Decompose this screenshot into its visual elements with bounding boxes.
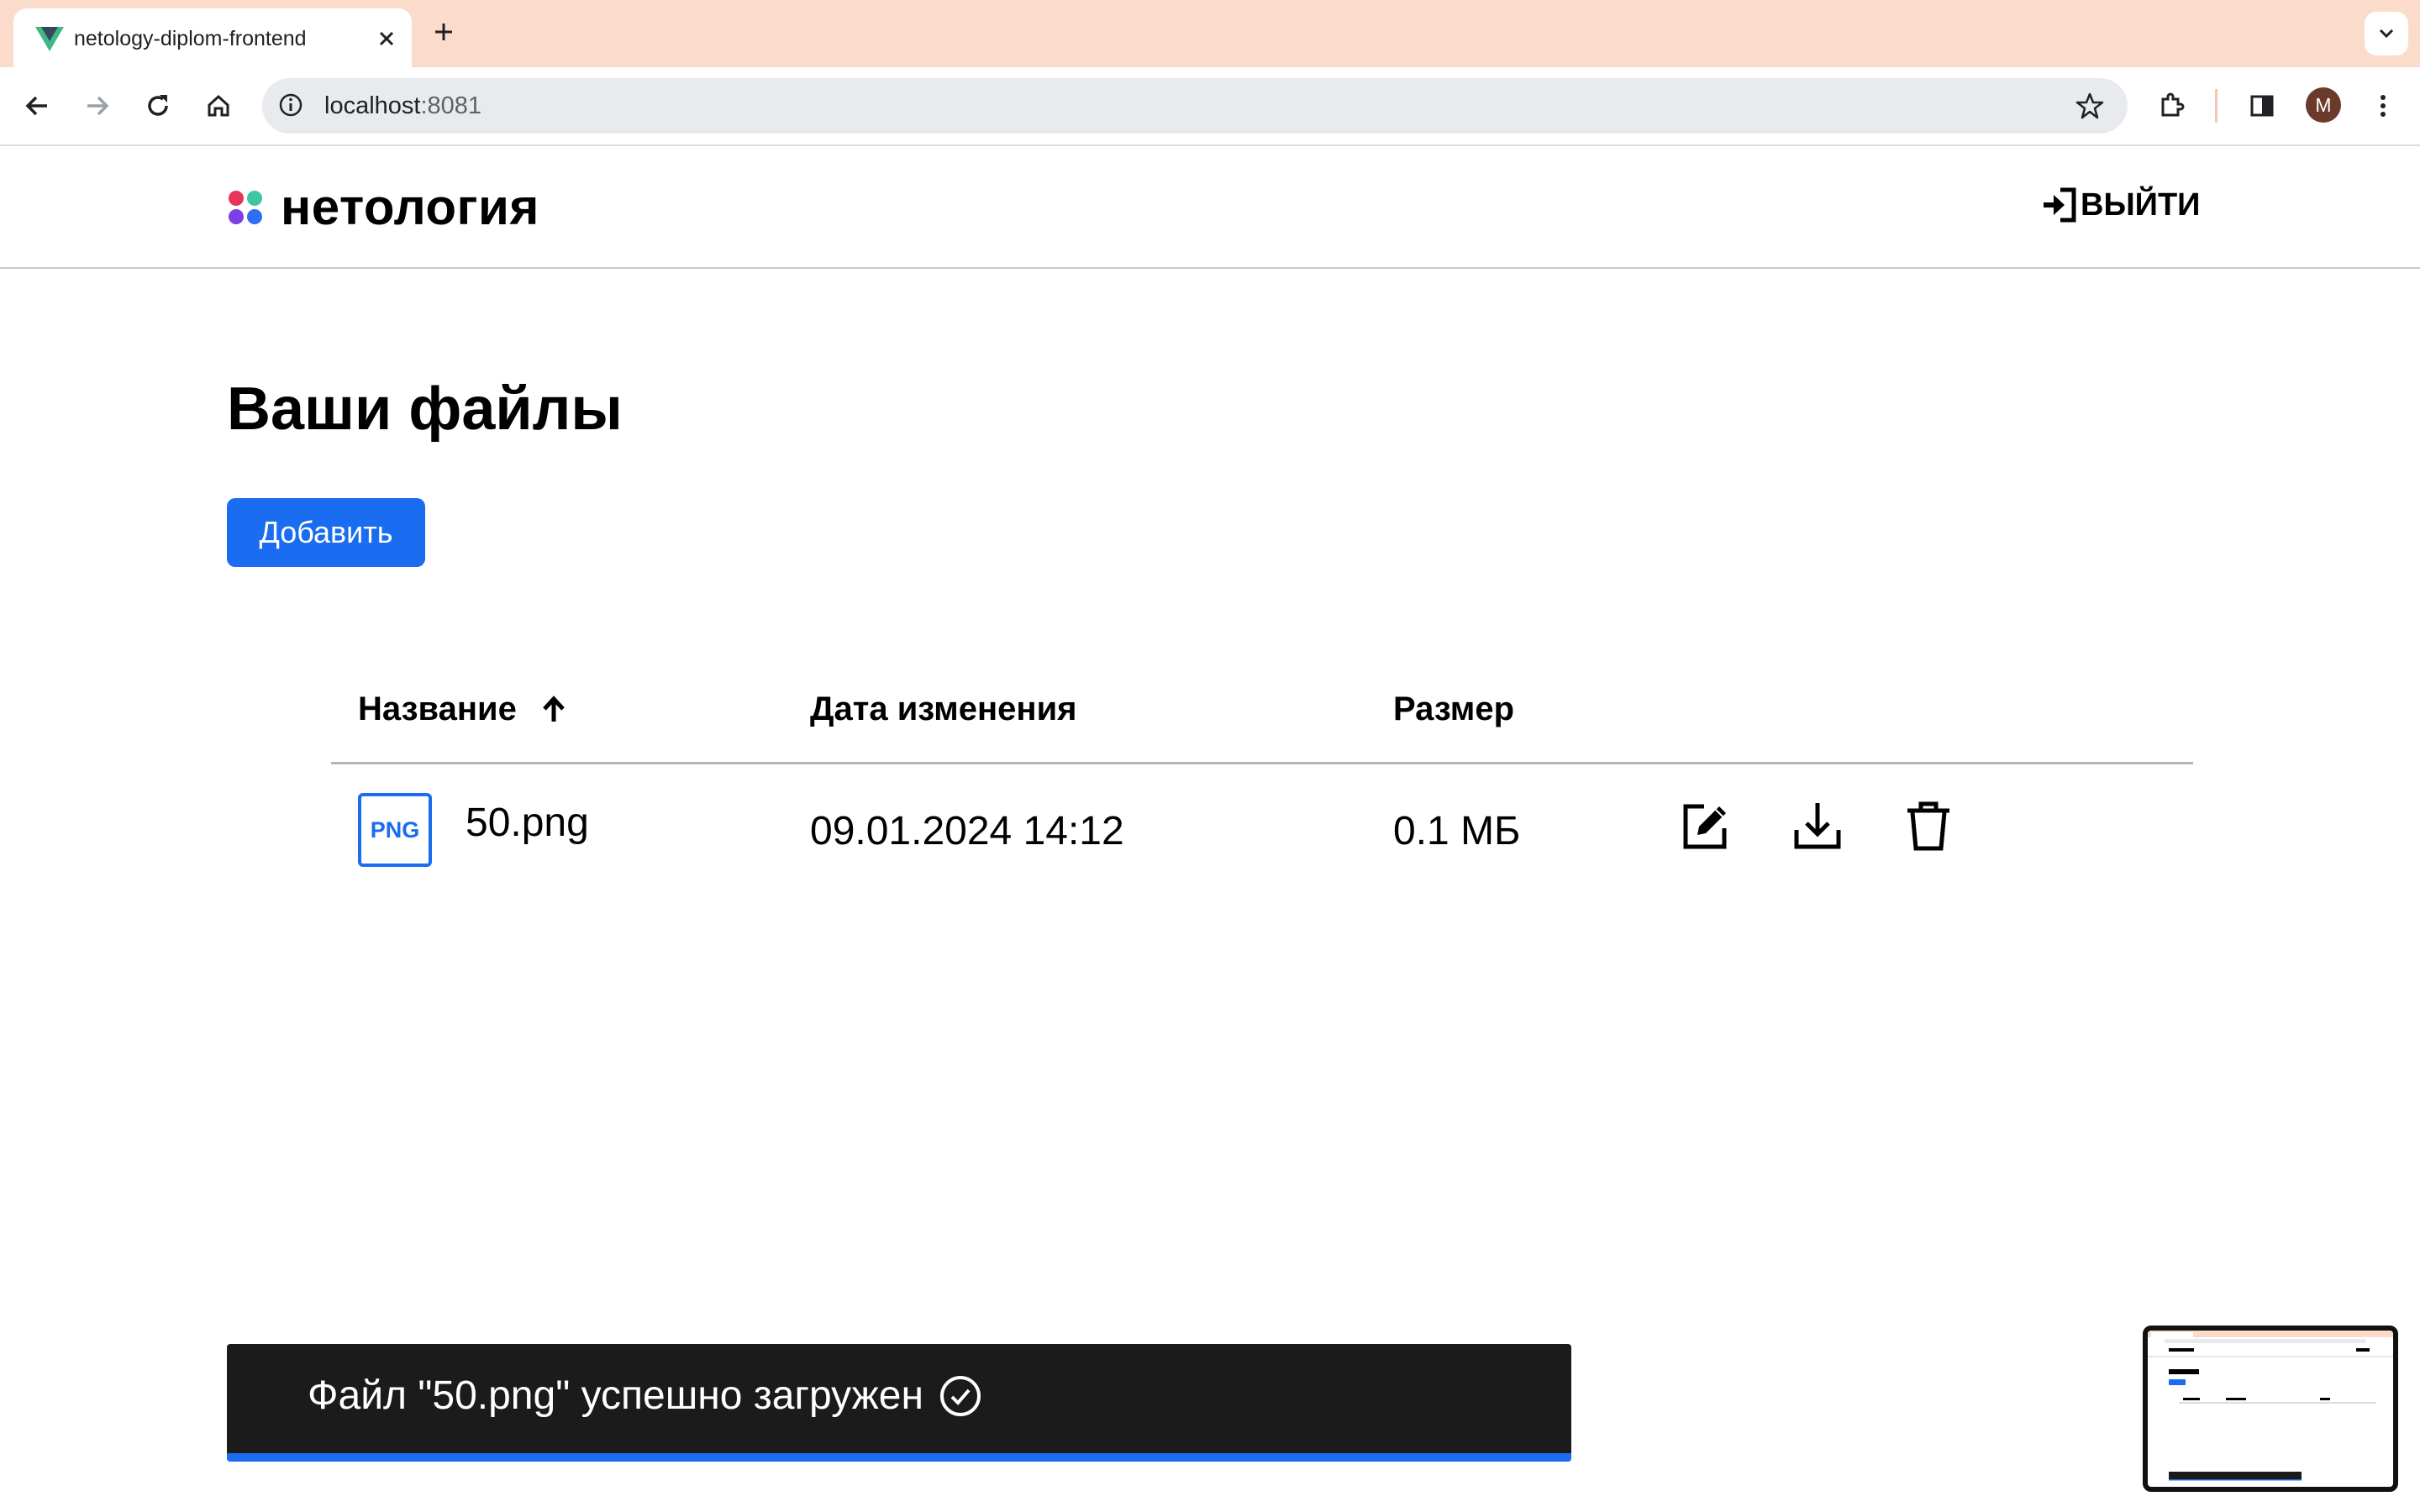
download-icon[interactable] — [1788, 796, 1847, 855]
site-header: нетология ВЫЙТИ — [0, 146, 2420, 269]
close-tab-icon[interactable] — [370, 22, 403, 55]
sort-arrow-up-icon[interactable] — [539, 693, 569, 727]
toast-progress-bar — [227, 1453, 1571, 1462]
tab-search-button[interactable] — [2365, 12, 2408, 55]
column-header-name[interactable]: Название — [358, 690, 569, 728]
back-icon[interactable] — [18, 87, 55, 124]
column-header-size[interactable]: Размер — [1393, 690, 1514, 728]
new-tab-icon[interactable] — [429, 17, 459, 47]
file-name: 50.png — [466, 801, 589, 845]
netology-logo[interactable]: нетология — [227, 179, 539, 235]
toast-content: Файл "50.png" успешно загружен — [308, 1373, 982, 1419]
chevron-down-icon — [2379, 29, 2394, 39]
page-title: Ваши файлы — [227, 375, 623, 443]
profile-avatar[interactable]: M — [2306, 87, 2341, 123]
bookmark-star-icon[interactable] — [2074, 90, 2106, 122]
screenshot-thumbnail[interactable] — [2143, 1326, 2398, 1492]
file-size: 0.1 МБ — [1393, 809, 1521, 853]
file-type-badge: PNG — [358, 793, 432, 867]
extensions-icon[interactable] — [2153, 87, 2190, 124]
url-host: localhost — [324, 92, 421, 119]
forward-icon[interactable] — [79, 87, 116, 124]
table-row: PNG 50.png 09.01.2024 14:12 0.1 МБ — [331, 764, 2193, 882]
browser-toolbar: localhost:8081 M — [0, 67, 2420, 146]
url-text: localhost:8081 — [324, 92, 481, 120]
logout-label: ВЫЙТИ — [2081, 187, 2201, 223]
address-bar[interactable]: localhost:8081 — [262, 78, 2128, 134]
upload-success-toast: Файл "50.png" успешно загружен — [227, 1344, 1571, 1462]
add-file-button[interactable]: Добавить — [227, 498, 425, 567]
thumbnail-preview — [2148, 1331, 2393, 1481]
tab-title: netology-diplom-frontend — [74, 27, 307, 50]
site-info-icon[interactable] — [276, 90, 306, 120]
vue-logo-icon — [35, 27, 64, 51]
trash-icon[interactable] — [1899, 796, 1958, 855]
netology-logo-icon — [229, 191, 262, 224]
edit-icon[interactable] — [1676, 796, 1734, 855]
browser-tab-strip: netology-diplom-frontend — [0, 0, 2420, 69]
menu-kebab-icon[interactable] — [2365, 87, 2402, 124]
home-icon[interactable] — [200, 87, 237, 124]
toolbar-divider — [2215, 89, 2217, 123]
files-table-header: Название Дата изменения Размер — [331, 672, 2193, 764]
url-port: :8081 — [420, 92, 482, 119]
browser-tab[interactable]: netology-diplom-frontend — [13, 8, 412, 69]
logout-button[interactable]: ВЫЙТИ — [2042, 186, 2200, 223]
file-modified: 09.01.2024 14:12 — [810, 809, 1124, 853]
toast-message: Файл "50.png" успешно загружен — [308, 1373, 923, 1418]
column-name-label: Название — [358, 690, 517, 727]
sign-out-icon — [2044, 187, 2076, 223]
column-header-date[interactable]: Дата изменения — [810, 690, 1077, 728]
logo-text: нетология — [281, 179, 539, 235]
side-panel-icon[interactable] — [2244, 87, 2281, 124]
check-circle-icon — [939, 1375, 981, 1416]
reload-icon[interactable] — [139, 87, 176, 124]
